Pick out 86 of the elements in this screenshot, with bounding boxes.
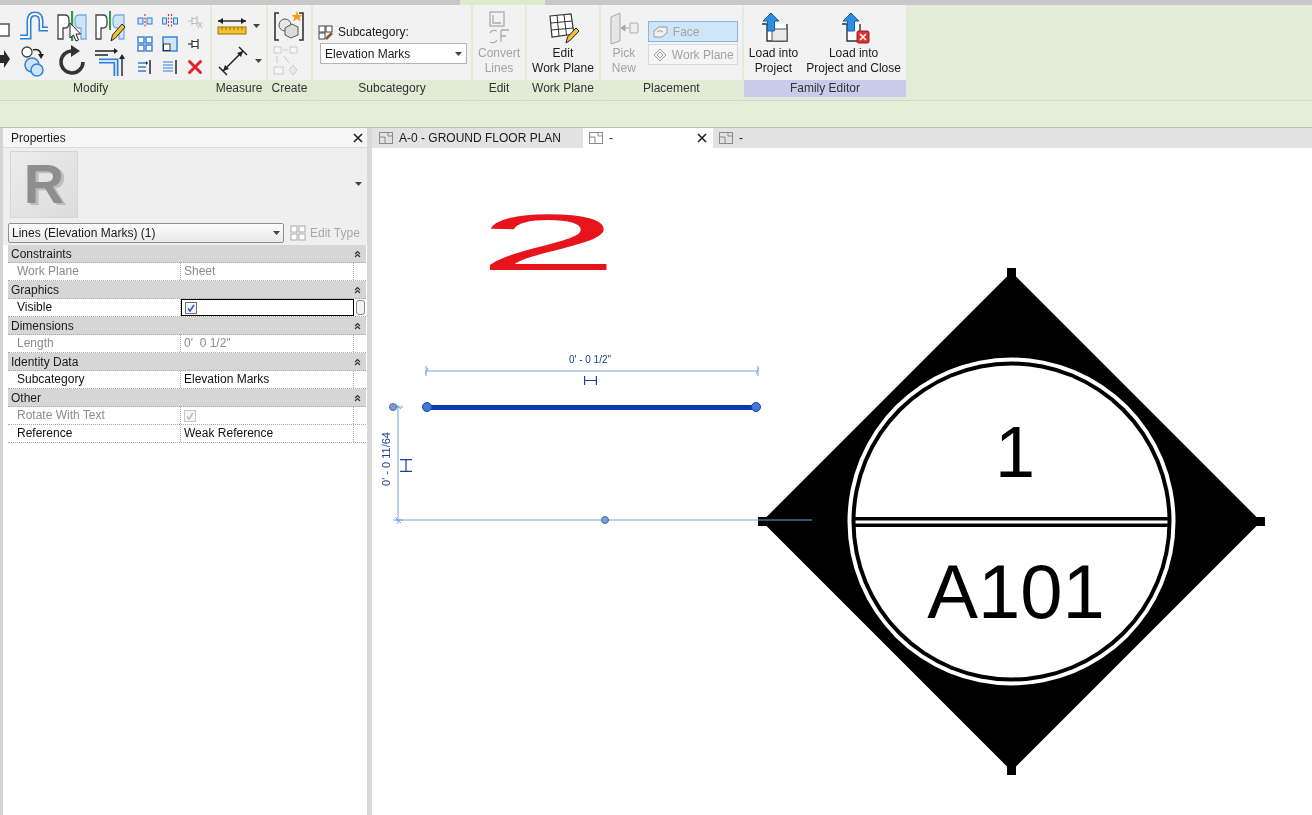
field-label: Subcategory: xyxy=(338,24,409,41)
panel-label: Placement xyxy=(600,80,742,97)
pick-plane-icon xyxy=(607,11,640,45)
split-icon[interactable] xyxy=(137,13,153,29)
property-row[interactable]: Reference Weak Reference xyxy=(8,425,366,443)
group-header[interactable]: Dimensions xyxy=(8,317,366,335)
caret-icon[interactable] xyxy=(253,24,260,28)
grip-handle[interactable] xyxy=(389,403,397,411)
dimension-marker-icon[interactable] xyxy=(400,459,412,472)
group-header[interactable]: Other xyxy=(8,389,366,407)
property-name: Visible xyxy=(8,299,181,316)
surface-icon xyxy=(652,25,668,38)
trim-multi-lines-icon[interactable] xyxy=(162,59,178,75)
trim-lines-icon[interactable] xyxy=(137,59,153,75)
panel-label: Work Plane xyxy=(527,80,599,97)
floor-plan-icon xyxy=(719,132,734,144)
checkbox[interactable] xyxy=(185,301,197,314)
property-row[interactable]: Visible xyxy=(8,299,366,317)
marker-top-label: 1 xyxy=(995,416,1035,488)
property-value[interactable]: Elevation Marks xyxy=(181,371,354,388)
type-selector-dropdown[interactable]: Lines (Elevation Marks) (1) xyxy=(8,222,284,243)
load-into-project-button[interactable]: Load into Project xyxy=(744,5,803,80)
dimension-text: 0' - 0 1/2" xyxy=(568,355,612,365)
group-header[interactable]: Constraints xyxy=(8,245,366,263)
marker-bottom-label: A101 xyxy=(927,554,1105,630)
view-tab[interactable]: - xyxy=(583,128,714,148)
edit-work-plane-button[interactable]: Edit Work Plane xyxy=(528,5,598,80)
caret-icon[interactable] xyxy=(273,230,280,235)
array-grid-icon[interactable] xyxy=(137,36,153,52)
offset-icon[interactable] xyxy=(18,10,50,42)
value-field[interactable] xyxy=(181,299,354,316)
load-and-close-button[interactable]: Load into Project and Close xyxy=(802,5,905,80)
panel-label: Subcategory xyxy=(313,80,471,97)
trim-corner-icon[interactable] xyxy=(94,45,126,77)
squares-grid-icon xyxy=(290,224,306,241)
collapse-icon xyxy=(354,285,361,294)
property-name: Subcategory xyxy=(8,371,181,388)
associate-parameter-button[interactable] xyxy=(355,300,365,315)
property-name: Rotate With Text xyxy=(8,407,181,424)
panel-label: Edit xyxy=(473,80,526,97)
logo-tile: R xyxy=(10,150,78,218)
group-cube-icon[interactable] xyxy=(273,10,305,42)
panel-label: Measure xyxy=(212,80,266,97)
property-value[interactable]: Weak Reference xyxy=(181,425,354,442)
paintbrush-icon xyxy=(318,24,333,40)
check-icon xyxy=(186,411,194,420)
line-shapes-icon xyxy=(487,11,511,45)
subcategory-dropdown[interactable]: Elevation Marks xyxy=(320,43,467,64)
panel-title: Properties xyxy=(11,129,66,147)
collapse-icon xyxy=(354,357,361,366)
grip-handle[interactable] xyxy=(601,516,609,524)
panel-label: Family Editor xyxy=(743,80,906,97)
handwritten-number: 2 xyxy=(477,203,620,283)
panel-label: Modify xyxy=(0,80,210,97)
close-icon[interactable] xyxy=(697,133,708,143)
property-name: Reference xyxy=(8,425,181,442)
close-icon[interactable] xyxy=(353,132,363,143)
collapse-icon xyxy=(354,393,361,402)
scale-icon[interactable] xyxy=(162,36,178,52)
property-name: Work Plane xyxy=(8,263,181,280)
floor-plan-icon xyxy=(379,132,393,144)
caret-icon[interactable] xyxy=(455,51,462,56)
rotate-icon[interactable] xyxy=(56,45,88,77)
collapse-icon xyxy=(354,249,361,258)
group-header[interactable]: Graphics xyxy=(8,281,366,299)
vertical-dimension-text: 0' - 0 11/64 xyxy=(380,432,392,486)
group-header[interactable]: Identity Data xyxy=(8,353,366,371)
panel-label: Create xyxy=(268,80,311,97)
caret-icon[interactable] xyxy=(255,59,262,63)
caret-icon[interactable] xyxy=(355,182,362,186)
collapse-icon xyxy=(354,321,361,330)
grid-pencil-icon xyxy=(546,12,579,44)
endpoint-grip[interactable] xyxy=(422,402,432,412)
property-row[interactable]: Subcategory Elevation Marks xyxy=(8,371,366,389)
property-name: Length xyxy=(8,335,181,352)
endpoint-grip[interactable] xyxy=(751,402,761,412)
plane-diamond-icon xyxy=(652,47,667,62)
split-gap-icon[interactable] xyxy=(162,13,178,29)
delete-icon[interactable] xyxy=(187,59,203,75)
mirror-cursor-icon[interactable] xyxy=(56,10,88,42)
ruler-dimension-icon[interactable] xyxy=(217,17,247,35)
dimension-marker-icon[interactable] xyxy=(584,376,597,385)
mirror-pencil-icon[interactable] xyxy=(94,10,126,42)
diagonal-dimension-icon[interactable] xyxy=(217,45,249,77)
floor-plan-icon xyxy=(589,132,604,144)
check-icon xyxy=(187,303,195,312)
